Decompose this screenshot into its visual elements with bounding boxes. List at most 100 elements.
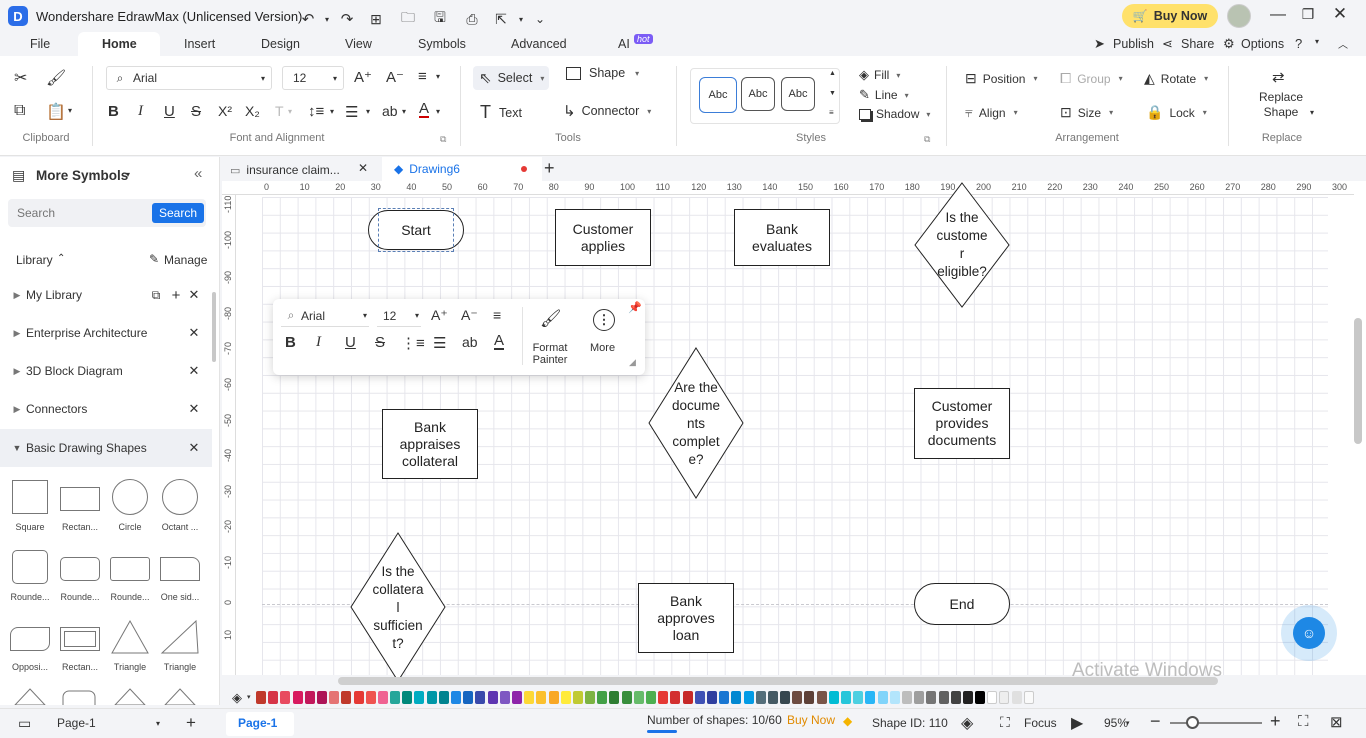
color-swatch[interactable] (341, 691, 352, 704)
color-swatch[interactable] (877, 691, 888, 704)
ai-assistant-bot-icon[interactable]: ☺ (1293, 617, 1325, 649)
shape-rounded-rectangle-2[interactable]: Rounde... (105, 547, 155, 602)
remove-icon[interactable]: ✕ (186, 287, 202, 303)
color-swatch[interactable] (792, 691, 803, 704)
color-swatch[interactable] (658, 691, 669, 704)
collapse-panel-icon[interactable]: « (194, 165, 202, 182)
text-tool-button[interactable]: T Text (480, 102, 522, 123)
color-swatch[interactable] (292, 691, 303, 704)
color-swatch[interactable] (390, 691, 401, 704)
color-swatch[interactable] (536, 691, 547, 704)
color-swatch[interactable] (853, 691, 864, 704)
shape-one-side-rounded[interactable]: One sid... (155, 547, 205, 602)
float-text-style-icon[interactable]: ab (462, 334, 478, 350)
menu-design[interactable]: Design (261, 37, 300, 51)
color-swatch[interactable] (987, 691, 998, 704)
color-swatch[interactable] (719, 691, 730, 704)
manage-button[interactable]: Manage (164, 253, 207, 267)
library-item-basic-drawing-shapes[interactable]: ▼ Basic Drawing Shapes ✕ (0, 429, 212, 467)
color-swatch[interactable] (511, 691, 522, 704)
color-swatch[interactable] (365, 691, 376, 704)
float-format-painter-button[interactable]: Format Painter (525, 342, 575, 366)
bold-icon[interactable]: B (108, 103, 119, 120)
open-folder-icon[interactable]: 🗀 (392, 7, 424, 31)
float-strikethrough-icon[interactable]: S (375, 334, 385, 351)
node-customer-provides-documents[interactable]: Customer provides documents (914, 388, 1010, 459)
replace-shape-dropdown-icon[interactable]: ▾ (1310, 108, 1314, 117)
rotate-button[interactable]: ◭ Rotate ▾ (1144, 70, 1208, 87)
color-swatch[interactable] (268, 691, 279, 704)
play-presentation-icon[interactable]: ▶ (1071, 713, 1083, 733)
zoom-level[interactable]: 95% (1104, 716, 1128, 730)
color-swatch[interactable] (694, 691, 705, 704)
font-color-icon[interactable]: A (419, 101, 430, 118)
color-swatch[interactable] (438, 691, 449, 704)
color-swatch[interactable] (731, 691, 742, 704)
style-preset-2[interactable]: Abc (741, 77, 775, 111)
shape-octant[interactable]: Octant ... (155, 477, 205, 532)
library-heading[interactable]: Library (16, 253, 53, 267)
color-swatch[interactable] (841, 691, 851, 704)
replace-shape-button[interactable]: Replace Shape (1246, 90, 1316, 120)
remove-icon[interactable]: ✕ (186, 325, 202, 341)
color-swatch[interactable] (938, 691, 949, 704)
fill-button[interactable]: ◈ Fill ▾ (859, 67, 900, 83)
color-swatch[interactable] (621, 691, 632, 704)
color-swatch[interactable] (633, 691, 644, 704)
float-format-painter-icon[interactable]: 🖌 (540, 309, 562, 329)
share-button[interactable]: Share (1181, 37, 1214, 51)
save-icon[interactable]: 🖫 (424, 7, 456, 31)
color-swatch[interactable] (475, 691, 486, 704)
color-swatch[interactable] (816, 691, 827, 704)
underline-icon[interactable]: U (164, 103, 175, 120)
node-bank-evaluates[interactable]: Bank evaluates (734, 209, 830, 266)
style-preset-3[interactable]: Abc (781, 77, 815, 111)
align-button[interactable]: ⫧ Align ▾ (965, 104, 1018, 121)
zoom-dropdown-icon[interactable]: ▾ (1126, 719, 1130, 727)
color-swatch[interactable] (755, 691, 766, 704)
color-swatch[interactable] (999, 691, 1010, 704)
color-swatch[interactable] (280, 691, 291, 704)
float-more-button[interactable]: More (590, 342, 615, 354)
shape-square[interactable]: Square (5, 477, 55, 532)
close-icon[interactable]: ✕ (1330, 4, 1350, 24)
color-swatch[interactable] (743, 691, 754, 704)
color-swatch[interactable] (560, 691, 571, 704)
copy-icon[interactable]: ⧉ (14, 102, 25, 120)
options-button[interactable]: Options (1241, 37, 1284, 51)
shadow-button[interactable]: Shadow ▾ (859, 107, 930, 121)
symbol-search-input[interactable] (8, 199, 148, 227)
text-style-icon[interactable]: ab (382, 103, 398, 119)
new-tab-icon[interactable]: + (544, 158, 555, 179)
color-swatch[interactable] (609, 691, 620, 704)
color-swatch[interactable] (316, 691, 327, 704)
line-spacing-icon[interactable]: ↕≡ (308, 103, 324, 120)
palette-dropdown-icon[interactable]: ▾ (247, 693, 251, 701)
page-panel-icon[interactable]: ▭ (18, 715, 31, 732)
line-spacing-dropdown-icon[interactable]: ▾ (330, 107, 334, 116)
line-button[interactable]: ✎ Line ▾ (859, 87, 909, 103)
new-file-icon[interactable]: ⊞ (360, 11, 392, 28)
shape-rectangle-framed[interactable]: Rectan... (55, 617, 105, 672)
italic-icon[interactable]: I (138, 103, 143, 120)
menu-symbols[interactable]: Symbols (418, 37, 466, 51)
more-symbols-title[interactable]: More Symbols (36, 168, 128, 183)
bullet-list-icon[interactable]: ☰ (345, 103, 358, 121)
lock-button[interactable]: 🔒 Lock ▾ (1146, 104, 1207, 121)
color-swatch[interactable] (1011, 691, 1022, 704)
color-swatch[interactable] (670, 691, 681, 704)
float-pin-icon[interactable]: 📌 (628, 301, 642, 314)
color-swatch[interactable] (914, 691, 925, 704)
layers-icon[interactable]: ◈ (961, 713, 973, 733)
library-item-enterprise-architecture[interactable]: ▶ Enterprise Architecture ✕ (0, 314, 212, 352)
font-color-dropdown-icon[interactable]: ▾ (436, 107, 440, 116)
text-align-icon[interactable]: ≡ (418, 68, 427, 85)
size-button[interactable]: ⊡ Size ▾ (1060, 104, 1113, 121)
position-button[interactable]: ⊟ Position ▾ (965, 70, 1037, 87)
fit-page-icon[interactable]: ⛶ (1298, 713, 1309, 730)
color-swatch[interactable] (451, 691, 461, 704)
color-swatch[interactable] (682, 691, 693, 704)
text-align-dropdown-icon[interactable]: ▾ (436, 72, 440, 81)
float-bold-icon[interactable]: B (285, 334, 296, 351)
connector-button[interactable]: ↳ Connector ▾ (563, 102, 651, 120)
